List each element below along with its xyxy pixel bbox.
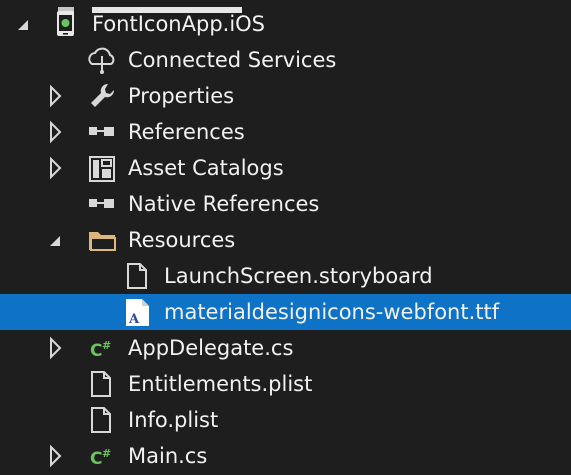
- collapsed-arrow-icon[interactable]: [46, 330, 66, 366]
- svg-text:A: A: [128, 312, 140, 327]
- collapsed-arrow-icon[interactable]: [46, 114, 66, 150]
- tree-item-label: Properties: [128, 84, 235, 108]
- tree-item-label: Main.cs: [128, 444, 208, 468]
- references-icon: [86, 114, 120, 150]
- tree-item-label: Info.plist: [128, 408, 219, 432]
- ios-project-icon: [54, 6, 88, 42]
- folder-icon: [86, 222, 120, 258]
- svg-text:#: #: [102, 339, 111, 352]
- tree-item-label: Native References: [128, 192, 320, 216]
- tree-item-label: Asset Catalogs: [128, 156, 284, 180]
- tree-row-appdelegate[interactable]: C # AppDelegate.cs: [0, 330, 571, 366]
- collapsed-arrow-icon[interactable]: [46, 438, 66, 474]
- svg-text:C: C: [90, 449, 102, 469]
- tree-item-label: Resources: [128, 228, 236, 252]
- svg-text:#: #: [102, 447, 111, 460]
- tree-item-label: AppDelegate.cs: [128, 336, 294, 360]
- tree-item-label: Connected Services: [128, 48, 337, 72]
- file-icon: [86, 366, 120, 402]
- tree-row-resources[interactable]: Resources: [0, 222, 571, 258]
- tree-row-entitlements[interactable]: Entitlements.plist: [0, 366, 571, 402]
- tree-row-connected-services[interactable]: Connected Services: [0, 42, 571, 78]
- tree-row-properties[interactable]: Properties: [0, 78, 571, 114]
- tree-row-info-plist[interactable]: Info.plist: [0, 402, 571, 438]
- tree-item-label: LaunchScreen.storyboard: [164, 264, 433, 288]
- tree-item-label: Entitlements.plist: [128, 372, 313, 396]
- tree-row-project[interactable]: FontIconApp.iOS: [0, 6, 571, 42]
- tree-item-label: materialdesignicons-webfont.ttf: [164, 300, 500, 324]
- asset-catalog-icon: [86, 150, 120, 186]
- references-icon: [86, 186, 120, 222]
- expanded-arrow-icon[interactable]: [46, 222, 66, 258]
- collapsed-arrow-icon[interactable]: [46, 150, 66, 186]
- svg-text:C: C: [90, 341, 102, 361]
- solution-explorer-tree: FontIconApp.iOS Connected Services Prope…: [0, 0, 571, 475]
- file-icon: [86, 402, 120, 438]
- tree-item-label: References: [128, 120, 245, 144]
- tree-row-native-references[interactable]: Native References: [0, 186, 571, 222]
- project-label: FontIconApp.iOS: [92, 12, 266, 36]
- tree-row-references[interactable]: References: [0, 114, 571, 150]
- tree-row-main-cs[interactable]: C # Main.cs: [0, 438, 571, 474]
- csharp-icon: C #: [86, 330, 120, 366]
- collapsed-arrow-icon[interactable]: [46, 78, 66, 114]
- tree-row-asset-catalogs[interactable]: Asset Catalogs: [0, 150, 571, 186]
- tree-row-font-file[interactable]: A materialdesignicons-webfont.ttf: [0, 294, 571, 330]
- csharp-icon: C #: [86, 438, 120, 474]
- file-icon: [122, 258, 156, 294]
- wrench-icon: [86, 78, 120, 114]
- expanded-arrow-icon[interactable]: [14, 6, 34, 42]
- font-file-icon: A: [122, 294, 156, 330]
- tree-row-launchscreen[interactable]: LaunchScreen.storyboard: [0, 258, 571, 294]
- connected-services-icon: [86, 42, 120, 78]
